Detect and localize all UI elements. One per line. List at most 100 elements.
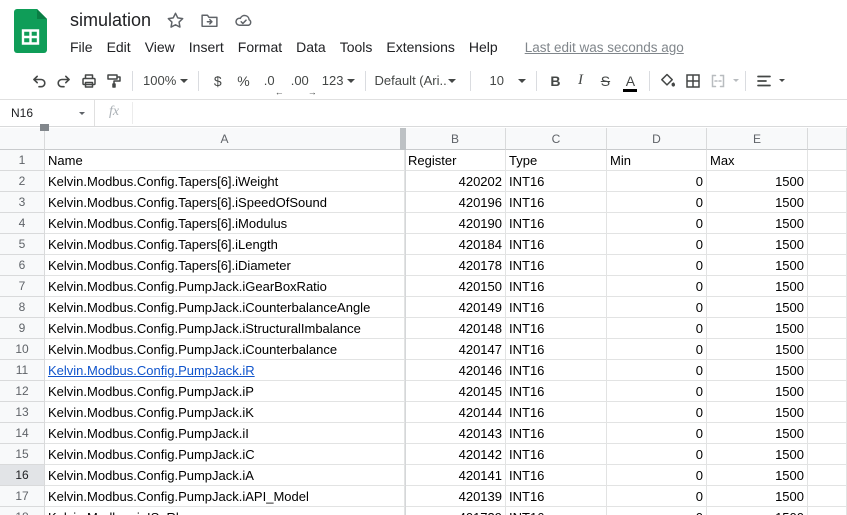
format-percent-button[interactable]: % — [230, 68, 256, 94]
cell[interactable]: Kelvin.Modbus.Config.PumpJack.iCounterba… — [45, 339, 405, 360]
cell[interactable]: 0 — [607, 234, 707, 255]
cell[interactable] — [808, 213, 847, 234]
cell[interactable]: 1500 — [707, 171, 808, 192]
row-header-4[interactable]: 4 — [0, 213, 45, 234]
cell[interactable]: INT16 — [506, 402, 607, 423]
cell[interactable]: Kelvin.Modbus.Config.PumpJack.iA — [45, 465, 405, 486]
cloud-saved-icon[interactable] — [234, 11, 253, 30]
cell[interactable]: 420149 — [405, 297, 506, 318]
cell[interactable]: 0 — [607, 486, 707, 507]
cell[interactable]: INT16 — [506, 423, 607, 444]
row-header-6[interactable]: 6 — [0, 255, 45, 276]
cell[interactable]: Register — [405, 150, 506, 171]
menu-data[interactable]: Data — [289, 39, 333, 55]
borders-button[interactable] — [681, 68, 706, 94]
bold-button[interactable]: B — [543, 68, 568, 94]
cell[interactable]: INT16 — [506, 360, 607, 381]
format-currency-button[interactable]: $ — [205, 68, 230, 94]
cell[interactable]: INT16 — [506, 171, 607, 192]
sheets-logo[interactable] — [14, 9, 47, 62]
row-header-12[interactable]: 12 — [0, 381, 45, 402]
formula-input[interactable] — [133, 100, 847, 126]
frozen-column-bar[interactable] — [400, 128, 406, 150]
cell[interactable]: 0 — [607, 213, 707, 234]
cell[interactable]: 1500 — [707, 465, 808, 486]
cell[interactable]: INT16 — [506, 297, 607, 318]
menu-view[interactable]: View — [138, 39, 182, 55]
cell[interactable]: 420145 — [405, 381, 506, 402]
font-size-selector[interactable]: 10 — [477, 68, 529, 94]
cell[interactable]: Kelvin.Modbus.Config.PumpJack.iAPI_Model — [45, 486, 405, 507]
cell[interactable]: 1500 — [707, 318, 808, 339]
column-header-A[interactable]: A — [45, 128, 405, 150]
cell[interactable]: 0 — [607, 465, 707, 486]
cell[interactable] — [808, 171, 847, 192]
cell[interactable]: INT16 — [506, 276, 607, 297]
row-header-9[interactable]: 9 — [0, 318, 45, 339]
cell[interactable]: INT16 — [506, 465, 607, 486]
horizontal-align-caret[interactable] — [778, 79, 785, 82]
cell[interactable] — [808, 297, 847, 318]
name-box[interactable]: N16 — [0, 100, 95, 126]
cell[interactable]: INT16 — [506, 444, 607, 465]
cell[interactable]: 1500 — [707, 255, 808, 276]
cell[interactable]: 0 — [607, 381, 707, 402]
cell[interactable]: 0 — [607, 171, 707, 192]
cell[interactable]: 420141 — [405, 465, 506, 486]
cell[interactable] — [808, 276, 847, 297]
cell[interactable] — [808, 423, 847, 444]
cell[interactable]: 1500 — [707, 444, 808, 465]
menu-help[interactable]: Help — [462, 39, 505, 55]
cell[interactable]: Kelvin.Modbus.Config.PumpJack.iC — [45, 444, 405, 465]
cell[interactable] — [808, 507, 847, 515]
cell[interactable]: 1500 — [707, 213, 808, 234]
cell[interactable]: 420178 — [405, 255, 506, 276]
horizontal-align-button[interactable] — [752, 68, 777, 94]
cell[interactable]: 0 — [607, 339, 707, 360]
cell[interactable] — [808, 192, 847, 213]
column-header-E[interactable]: E — [707, 128, 808, 150]
cell[interactable]: 0 — [607, 360, 707, 381]
print-button[interactable] — [76, 68, 101, 94]
row-header-1[interactable]: 1 — [0, 150, 45, 171]
cell[interactable] — [808, 486, 847, 507]
cell[interactable]: Kelvin.Modbus.Config.Tapers[6].iModulus — [45, 213, 405, 234]
menu-insert[interactable]: Insert — [182, 39, 231, 55]
freeze-handle[interactable] — [40, 124, 49, 131]
column-header-B[interactable]: B — [405, 128, 506, 150]
row-header-17[interactable]: 17 — [0, 486, 45, 507]
cell[interactable]: INT16 — [506, 213, 607, 234]
cell[interactable]: 1500 — [707, 360, 808, 381]
cell[interactable]: 1500 — [707, 486, 808, 507]
cell[interactable] — [808, 360, 847, 381]
cell[interactable]: Kelvin.Modbus.Config.PumpJack.iGearBoxRa… — [45, 276, 405, 297]
select-all-corner[interactable] — [0, 128, 45, 150]
cell[interactable]: Kelvin.Modbus.Config.PumpJack.iK — [45, 402, 405, 423]
cell[interactable]: 0 — [607, 507, 707, 515]
cell[interactable] — [808, 150, 847, 171]
row-header-2[interactable]: 2 — [0, 171, 45, 192]
move-folder-icon[interactable] — [200, 11, 219, 30]
cell[interactable]: Max — [707, 150, 808, 171]
cell[interactable] — [808, 381, 847, 402]
cell[interactable]: 0 — [607, 318, 707, 339]
cell[interactable]: 420142 — [405, 444, 506, 465]
row-header-3[interactable]: 3 — [0, 192, 45, 213]
cell[interactable] — [808, 402, 847, 423]
cell[interactable]: Kelvin.Modbus.Config.PumpJack.iCounterba… — [45, 297, 405, 318]
cell[interactable]: INT16 — [506, 339, 607, 360]
redo-button[interactable] — [51, 68, 76, 94]
decrease-decimal-button[interactable]: .0 ← — [257, 68, 284, 97]
cell[interactable]: 420184 — [405, 234, 506, 255]
cell[interactable]: 420143 — [405, 423, 506, 444]
row-header-7[interactable]: 7 — [0, 276, 45, 297]
cell[interactable]: 420196 — [405, 192, 506, 213]
cell[interactable]: 0 — [607, 444, 707, 465]
last-edit-link[interactable]: Last edit was seconds ago — [525, 40, 684, 55]
cell[interactable]: 0 — [607, 423, 707, 444]
cell[interactable]: INT16 — [506, 234, 607, 255]
star-icon[interactable] — [166, 11, 185, 30]
cell[interactable] — [808, 255, 847, 276]
cell[interactable]: 1500 — [707, 276, 808, 297]
more-formats-button[interactable]: 123 — [318, 68, 360, 94]
